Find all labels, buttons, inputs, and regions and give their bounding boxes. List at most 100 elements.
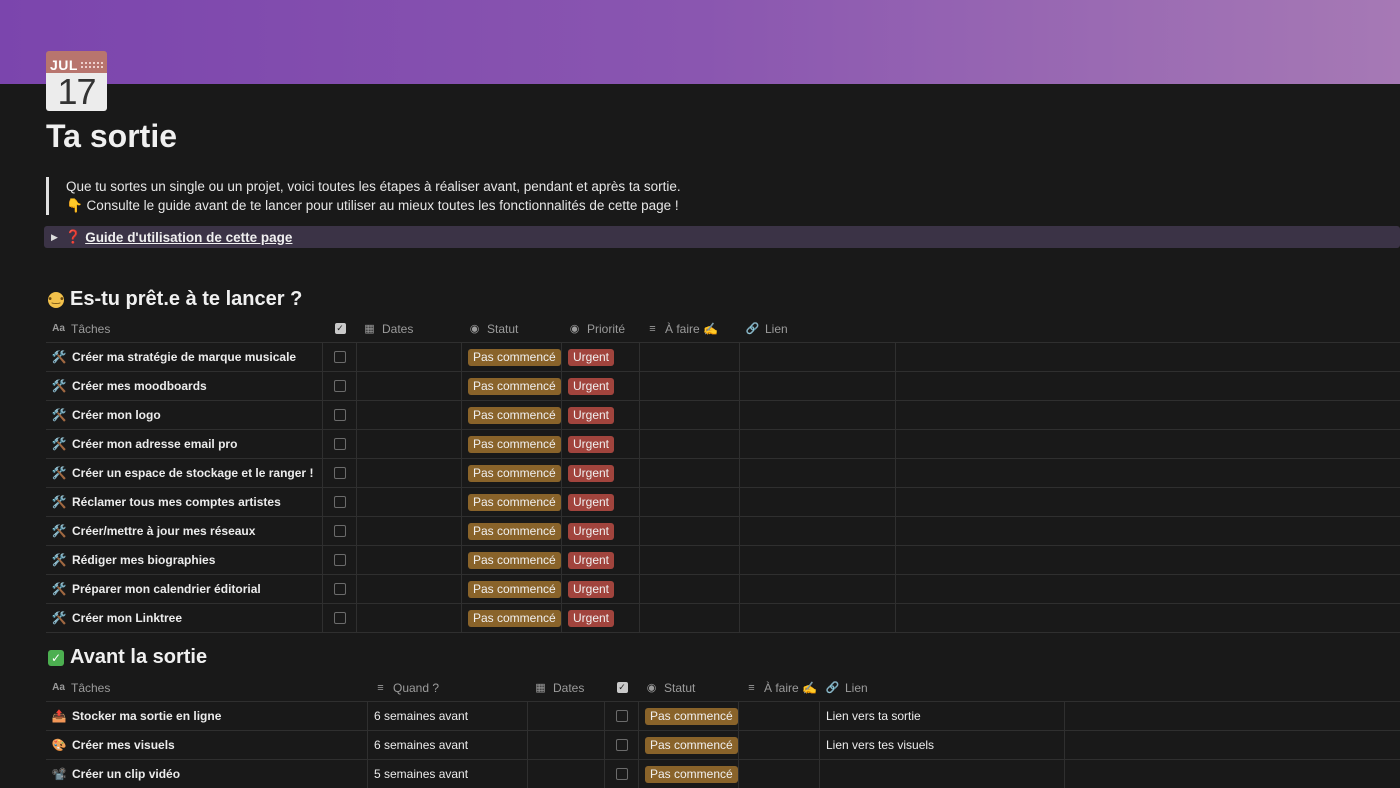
col-todo[interactable]: ≡ À faire ✍️ (739, 674, 820, 701)
link-cell[interactable] (740, 604, 896, 632)
when-cell[interactable]: 6 semaines avant (368, 702, 528, 730)
col-status[interactable]: ◉ Statut (639, 674, 739, 701)
dates-cell[interactable] (357, 430, 462, 458)
task-title[interactable]: Créer un clip vidéo (72, 767, 180, 781)
table-row[interactable]: 🛠️ Réclamer tous mes comptes artistes Pas … (46, 488, 1400, 517)
col-status[interactable]: ◉ Statut (462, 315, 562, 342)
task-title-cell[interactable]: 🛠️ Créer mon adresse email pro (46, 430, 323, 458)
todo-cell[interactable] (739, 760, 820, 788)
dates-cell[interactable] (357, 488, 462, 516)
task-title-cell[interactable]: 🛠️ Créer un espace de stockage et le rang… (46, 459, 323, 487)
todo-cell[interactable] (739, 702, 820, 730)
task-title-cell[interactable]: 🛠️ Créer mon logo (46, 401, 323, 429)
dates-cell[interactable] (357, 343, 462, 371)
status-cell[interactable]: Pas commencé (462, 401, 562, 429)
todo-cell[interactable] (640, 372, 740, 400)
todo-cell[interactable] (640, 546, 740, 574)
checkbox-cell[interactable] (323, 401, 357, 429)
task-checkbox[interactable] (334, 409, 346, 421)
task-title-cell[interactable]: 🛠️ Réclamer tous mes comptes artistes (46, 488, 323, 516)
link-cell[interactable] (740, 517, 896, 545)
link-cell[interactable]: Lien vers tes visuels (820, 731, 1065, 759)
todo-cell[interactable] (640, 343, 740, 371)
task-checkbox[interactable] (616, 710, 628, 722)
link-cell[interactable]: Lien vers ta sortie (820, 702, 1065, 730)
status-cell[interactable]: Pas commencé (462, 430, 562, 458)
status-cell[interactable]: Pas commencé (639, 731, 739, 759)
status-cell[interactable]: Pas commencé (462, 575, 562, 603)
task-checkbox[interactable] (334, 612, 346, 624)
task-checkbox[interactable] (616, 739, 628, 751)
todo-cell[interactable] (640, 430, 740, 458)
task-title[interactable]: Rédiger mes biographies (72, 553, 215, 567)
task-title[interactable]: Créer mon adresse email pro (72, 437, 237, 451)
section-heading-ready[interactable]: •‿• Es-tu prêt.e à te lancer ? (48, 288, 302, 311)
task-title-cell[interactable]: 🛠️ Créer mes moodboards (46, 372, 323, 400)
status-cell[interactable]: Pas commencé (462, 546, 562, 574)
table-row[interactable]: 📽️ Créer un clip vidéo 5 semaines avant Pas… (46, 760, 1400, 788)
dates-cell[interactable] (528, 702, 605, 730)
todo-cell[interactable] (640, 575, 740, 603)
when-cell[interactable]: 6 semaines avant (368, 731, 528, 759)
intro-quote[interactable]: Que tu sortes un single ou un projet, vo… (46, 177, 681, 215)
dates-cell[interactable] (357, 604, 462, 632)
checkbox-cell[interactable] (323, 459, 357, 487)
task-title[interactable]: Réclamer tous mes comptes artistes (72, 495, 281, 509)
priority-cell[interactable]: Urgent (562, 546, 640, 574)
guide-toggle[interactable]: ▶ ❓ Guide d'utilisation de cette page (44, 226, 1400, 248)
link-text[interactable]: Lien vers ta sortie (826, 709, 921, 723)
toggle-triangle-icon[interactable]: ▶ (51, 232, 65, 243)
table-row[interactable]: 🛠️ Créer ma stratégie de marque musicale P… (46, 343, 1400, 372)
table-row[interactable]: 🛠️ Créer mes moodboards Pas commencé Urgent (46, 372, 1400, 401)
status-cell[interactable]: Pas commencé (462, 488, 562, 516)
task-checkbox[interactable] (334, 351, 346, 363)
task-checkbox[interactable] (334, 525, 346, 537)
priority-cell[interactable]: Urgent (562, 430, 640, 458)
dates-cell[interactable] (357, 517, 462, 545)
checkbox-cell[interactable] (323, 604, 357, 632)
table-row[interactable]: 🛠️ Créer/mettre à jour mes réseaux Pas com… (46, 517, 1400, 546)
table-row[interactable]: 🛠️ Préparer mon calendrier éditorial Pas c… (46, 575, 1400, 604)
link-cell[interactable] (740, 343, 896, 371)
task-title[interactable]: Créer ma stratégie de marque musicale (72, 350, 296, 364)
dates-cell[interactable] (357, 401, 462, 429)
link-cell[interactable] (820, 760, 1065, 788)
task-checkbox[interactable] (616, 768, 628, 780)
status-cell[interactable]: Pas commencé (462, 517, 562, 545)
checkbox-cell[interactable] (323, 517, 357, 545)
task-title-cell[interactable]: 🛠️ Créer ma stratégie de marque musicale (46, 343, 323, 371)
status-cell[interactable]: Pas commencé (462, 343, 562, 371)
col-priority[interactable]: ◉ Priorité (562, 315, 640, 342)
table-row[interactable]: 🛠️ Créer mon adresse email pro Pas commenc… (46, 430, 1400, 459)
link-cell[interactable] (740, 488, 896, 516)
col-link[interactable]: 🔗 Lien (820, 674, 1065, 701)
link-cell[interactable] (740, 401, 896, 429)
col-checkbox[interactable]: ✓ (605, 674, 639, 701)
dates-cell[interactable] (528, 760, 605, 788)
guide-link[interactable]: Guide d'utilisation de cette page (85, 230, 292, 245)
checkbox-cell[interactable] (605, 760, 639, 788)
priority-cell[interactable]: Urgent (562, 401, 640, 429)
table-row[interactable]: 🛠️ Créer un espace de stockage et le rang… (46, 459, 1400, 488)
status-cell[interactable]: Pas commencé (462, 459, 562, 487)
col-link[interactable]: 🔗 Lien (740, 315, 896, 342)
task-title-cell[interactable]: 🛠️ Créer mon Linktree (46, 604, 323, 632)
todo-cell[interactable] (640, 401, 740, 429)
link-cell[interactable] (740, 430, 896, 458)
checkbox-cell[interactable] (323, 343, 357, 371)
todo-cell[interactable] (640, 517, 740, 545)
link-cell[interactable] (740, 546, 896, 574)
status-cell[interactable]: Pas commencé (639, 702, 739, 730)
priority-cell[interactable]: Urgent (562, 459, 640, 487)
priority-cell[interactable]: Urgent (562, 488, 640, 516)
todo-cell[interactable] (739, 731, 820, 759)
task-checkbox[interactable] (334, 467, 346, 479)
link-cell[interactable] (740, 459, 896, 487)
task-checkbox[interactable] (334, 496, 346, 508)
task-title-cell[interactable]: 📽️ Créer un clip vidéo (46, 760, 368, 788)
status-cell[interactable]: Pas commencé (462, 604, 562, 632)
calendar-icon[interactable]: JUL 17 (46, 51, 107, 111)
priority-cell[interactable]: Urgent (562, 517, 640, 545)
task-title-cell[interactable]: 🛠️ Créer/mettre à jour mes réseaux (46, 517, 323, 545)
task-title[interactable]: Créer mes moodboards (72, 379, 207, 393)
